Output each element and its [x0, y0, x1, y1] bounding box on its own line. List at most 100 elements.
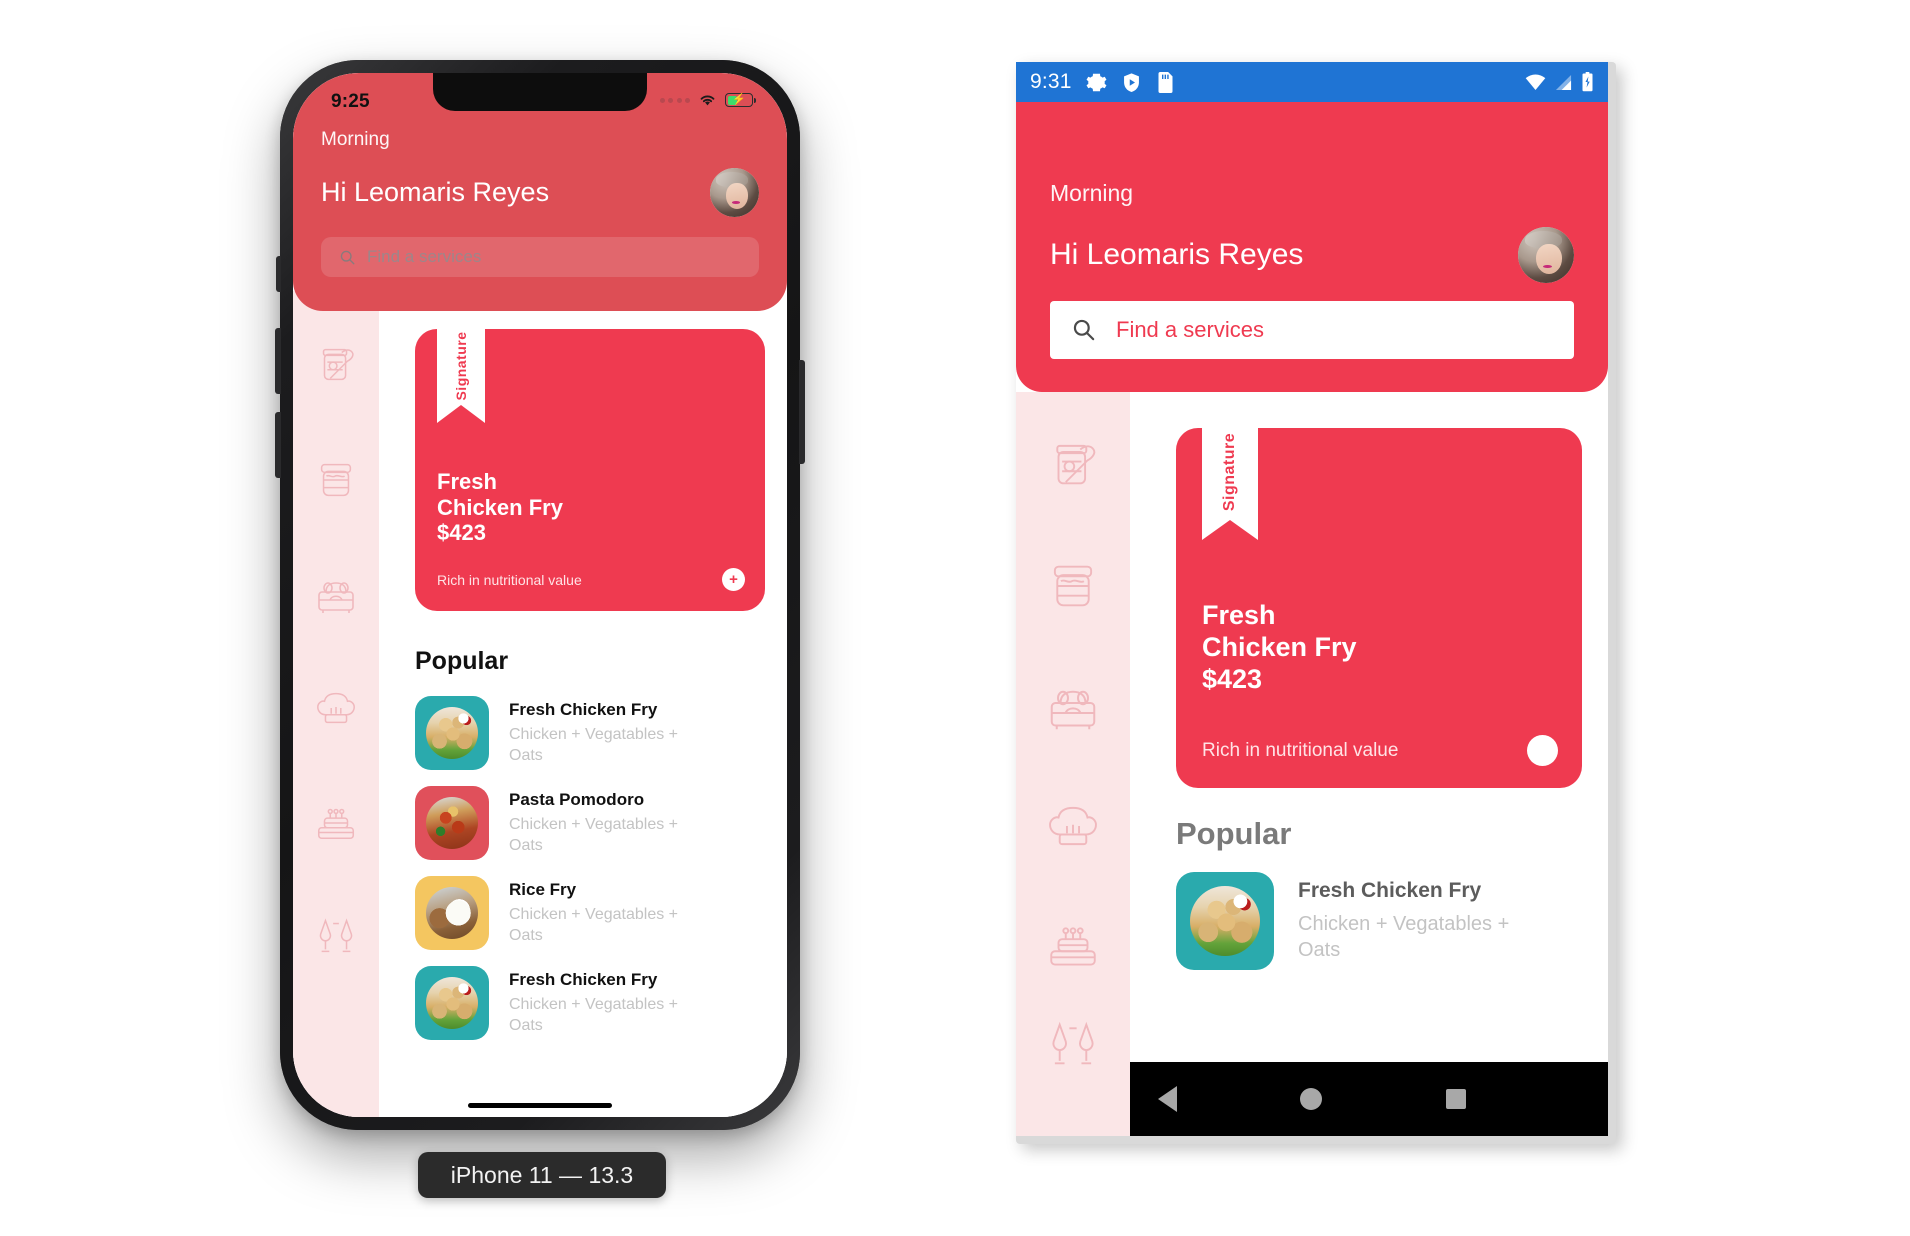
- list-item-name: Fresh Chicken Fry: [1298, 878, 1482, 902]
- ios-add-to-cart-button[interactable]: +: [722, 568, 745, 591]
- ios-featured-title-line1: Fresh: [437, 469, 497, 494]
- greeting-text: Morning: [1050, 180, 1134, 206]
- android-app-header: Morning Hi Leomaris Reyes Find a service…: [1016, 102, 1608, 392]
- chef-hat-icon[interactable]: [1016, 776, 1130, 876]
- android-search-field[interactable]: Find a services: [1050, 301, 1574, 359]
- avatar[interactable]: [710, 168, 759, 217]
- list-item[interactable]: Fresh Chicken Fry Chicken + Vegatables +…: [379, 688, 787, 778]
- android-status-time: 9:31: [1030, 70, 1072, 93]
- list-item-thumb: [415, 696, 489, 770]
- iphone-power-button[interactable]: [799, 360, 805, 464]
- iphone-screen: Morning Hi Leomaris Reyes Find a service…: [293, 73, 787, 1117]
- ios-featured-price: $423: [437, 520, 486, 546]
- ios-featured-subtitle: Rich in nutritional value: [437, 571, 582, 588]
- iphone-volume-down-button[interactable]: [275, 412, 281, 478]
- home-indicator[interactable]: [468, 1103, 612, 1108]
- ribbon-label: Signature: [1221, 433, 1238, 512]
- list-item-name: Rice Fry: [509, 880, 577, 900]
- battery-charging-icon: [1582, 72, 1593, 92]
- list-item[interactable]: Pasta Pomodoro Chicken + Vegatables + Oa…: [379, 778, 787, 868]
- android-popular-heading: Popular: [1176, 816, 1292, 851]
- android-featured-card[interactable]: Signature Fresh Chicken Fry $423 Rich in…: [1176, 410, 1582, 788]
- list-item-desc: Chicken + Vegatables + Oats: [509, 816, 679, 854]
- avatar-face: [725, 182, 749, 210]
- greeting-text: Morning: [321, 129, 390, 150]
- list-item-desc: Chicken + Vegatables + Oats: [509, 996, 679, 1034]
- username-text: Hi Leomaris Reyes: [321, 177, 550, 207]
- iphone-device: Morning Hi Leomaris Reyes Find a service…: [275, 60, 805, 1130]
- home-circle-icon[interactable]: [1300, 1088, 1323, 1110]
- recents-square-icon[interactable]: [1446, 1089, 1467, 1109]
- ios-popular-heading: Popular: [415, 647, 509, 675]
- cake-icon[interactable]: [293, 781, 379, 863]
- list-item-desc: Chicken + Vegatables + Oats: [1298, 912, 1510, 961]
- search-icon: [1073, 319, 1095, 341]
- ribbon-notch: [437, 405, 485, 423]
- gear-icon: [1086, 73, 1107, 91]
- preserve-jar-icon[interactable]: [1016, 536, 1130, 636]
- ios-search-placeholder: Find a services: [367, 247, 482, 266]
- android-featured-subtitle: Rich in nutritional value: [1202, 739, 1399, 761]
- ios-device-label: iPhone 11 — 13.3: [418, 1152, 666, 1198]
- android-device: 9:31 Morning Hi Leomaris Reyes Find a se…: [1016, 62, 1616, 1144]
- list-item-name: Fresh Chicken Fry: [509, 700, 658, 720]
- android-featured-title-line1: Fresh: [1202, 600, 1276, 630]
- android-add-to-cart-button[interactable]: [1527, 735, 1558, 766]
- ios-app-root: Morning Hi Leomaris Reyes Find a service…: [293, 73, 787, 1117]
- preserve-jar-icon[interactable]: [293, 439, 379, 521]
- list-item-desc: Chicken + Vegatables + Oats: [509, 726, 679, 764]
- android-content-area: Signature Fresh Chicken Fry $423 Rich in…: [1130, 392, 1608, 1062]
- ios-featured-card[interactable]: Signature Fresh Chicken Fry $423 Rich in…: [415, 313, 765, 611]
- ios-search-field[interactable]: Find a services: [321, 237, 759, 277]
- android-app-root: Morning Hi Leomaris Reyes Find a service…: [1016, 102, 1608, 1136]
- list-item-thumb: [415, 876, 489, 950]
- android-frame: 9:31 Morning Hi Leomaris Reyes Find a se…: [1016, 62, 1616, 1144]
- iphone-frame: Morning Hi Leomaris Reyes Find a service…: [275, 60, 805, 1130]
- cake-icon[interactable]: [1016, 894, 1130, 994]
- picnic-basket-icon[interactable]: [1016, 658, 1130, 758]
- ribbon-label: Signature: [453, 331, 469, 401]
- cell-signal-icon: [1555, 74, 1572, 90]
- jam-jar-spoon-icon[interactable]: [1016, 414, 1130, 514]
- ios-content-area: Signature Fresh Chicken Fry $423 Rich in…: [379, 291, 787, 1117]
- wifi-icon: [1525, 74, 1546, 90]
- avatar-face: [1535, 243, 1562, 275]
- search-icon: [340, 250, 355, 264]
- list-item[interactable]: Fresh Chicken Fry Chicken + Vegatables +…: [1130, 866, 1608, 976]
- screenshot-canvas: Morning Hi Leomaris Reyes Find a service…: [0, 0, 1910, 1236]
- picnic-basket-icon[interactable]: [293, 555, 379, 637]
- ios-featured-title-line2: Chicken Fry: [437, 494, 563, 520]
- android-category-sidebar[interactable]: [1016, 392, 1130, 1136]
- list-item-thumb: [1176, 872, 1274, 970]
- list-item-thumb: [415, 786, 489, 860]
- ribbon-notch: [1202, 520, 1258, 540]
- android-screen: 9:31 Morning Hi Leomaris Reyes Find a se…: [1016, 62, 1608, 1136]
- username-text: Hi Leomaris Reyes: [1050, 238, 1304, 271]
- ios-popular-list[interactable]: Fresh Chicken Fry Chicken + Vegatables +…: [379, 688, 787, 1048]
- list-item-thumb: [415, 966, 489, 1040]
- list-item[interactable]: Fresh Chicken Fry Chicken + Vegatables +…: [379, 958, 787, 1048]
- android-search-placeholder: Find a services: [1116, 317, 1264, 342]
- back-triangle-icon[interactable]: [1157, 1086, 1177, 1112]
- list-item-desc: Chicken + Vegatables + Oats: [509, 906, 679, 944]
- champagne-glasses-icon[interactable]: [293, 895, 379, 977]
- ios-category-sidebar[interactable]: [293, 291, 379, 1117]
- list-item[interactable]: Rice Fry Chicken + Vegatables + Oats: [379, 868, 787, 958]
- android-status-bar: 9:31: [1016, 62, 1608, 102]
- chef-hat-icon[interactable]: [293, 667, 379, 749]
- iphone-silent-switch[interactable]: [276, 256, 281, 292]
- jam-jar-spoon-icon[interactable]: [293, 323, 379, 405]
- shield-play-icon: [1123, 72, 1139, 92]
- iphone-volume-up-button[interactable]: [275, 328, 281, 394]
- list-item-name: Pasta Pomodoro: [509, 790, 645, 810]
- android-popular-list[interactable]: Fresh Chicken Fry Chicken + Vegatables +…: [1130, 866, 1608, 976]
- android-featured-image: [1455, 392, 1600, 531]
- signature-ribbon: Signature: [437, 313, 485, 423]
- signature-ribbon: Signature: [1202, 410, 1258, 540]
- list-item-name: Fresh Chicken Fry: [509, 970, 658, 990]
- champagne-glasses-icon[interactable]: [1016, 994, 1130, 1094]
- android-featured-title-line2: Chicken Fry: [1202, 631, 1357, 662]
- iphone-notch: [433, 73, 647, 111]
- sd-card-icon: [1158, 71, 1173, 93]
- avatar[interactable]: [1518, 227, 1574, 283]
